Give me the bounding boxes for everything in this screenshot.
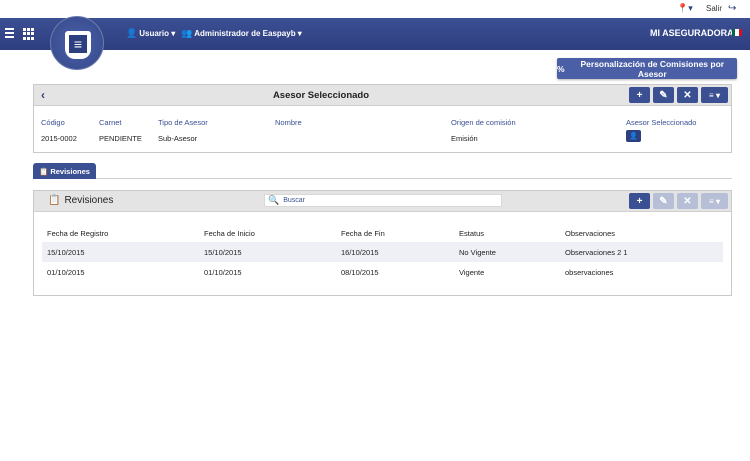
usuario-menu[interactable]: 👤 Usuario ▾ (126, 28, 175, 39)
delete-button[interactable]: ✕ (677, 87, 698, 103)
tab-strip: 📋 Revisiones (33, 163, 732, 179)
clipboard-icon: 📋 (48, 195, 61, 206)
nombre-label: Nombre (275, 118, 302, 127)
table-cell: Observaciones 2 1 (560, 242, 723, 262)
panel-title: Asesor Seleccionado (272, 90, 370, 101)
column-header[interactable]: Fecha de Fin (336, 224, 454, 242)
add-button[interactable]: + (629, 87, 650, 103)
column-header[interactable]: Fecha de Inicio (199, 224, 336, 242)
search-input[interactable] (283, 197, 484, 204)
revisiones-panel: 📋 Revisiones 🔍 + ✎ ✕ ≡ ▾ Fecha de Regist… (33, 190, 732, 296)
search-box: 🔍 (264, 194, 502, 207)
company-name: MI ASEGURADORA (650, 28, 734, 38)
search-icon[interactable]: 🔍 (268, 195, 279, 206)
column-header[interactable]: Fecha de Registro (42, 224, 199, 242)
revisiones-table: Fecha de Registro Fecha de Inicio Fecha … (42, 224, 723, 282)
carnet-value: PENDIENTE (99, 134, 142, 143)
more-menu-button[interactable]: ≡ ▾ (701, 87, 728, 103)
asesor-seleccionado-panel: ‹ Asesor Seleccionado + ✎ ✕ ≡ ▾ Código 2… (33, 84, 732, 153)
utility-bar: 📍▾ Salir ↪ (0, 0, 750, 18)
asesor-seleccionado-label: Asesor Seleccionado (626, 118, 697, 127)
user-menu-pin-icon[interactable]: 📍▾ (677, 3, 693, 14)
tipo-asesor-value: Sub-Asesor (158, 134, 198, 143)
delete-button[interactable]: ✕ (677, 193, 698, 209)
table-cell: 08/10/2015 (341, 267, 379, 277)
origen-comision-value: Emisión (451, 134, 478, 143)
column-header[interactable]: Observaciones (560, 224, 723, 242)
hamburger-menu-icon[interactable] (5, 28, 14, 38)
codigo-value: 2015-0002 (41, 134, 77, 143)
user-icon: 👤 (126, 28, 138, 38)
table-cell: 15/10/2015 (199, 242, 336, 262)
edit-button[interactable]: ✎ (653, 193, 674, 209)
codigo-label: Código (41, 118, 65, 127)
toolbar: + ✎ ✕ ≡ ▾ (629, 87, 728, 103)
personalizacion-comisiones-button[interactable]: % Personalización de Comisiones por Ases… (557, 58, 737, 79)
logout-icon[interactable]: ↪ (728, 3, 736, 14)
table-cell: 16/10/2015 (336, 242, 454, 262)
carnet-label: Carnet (99, 118, 122, 127)
select-asesor-user-icon[interactable]: 👤 (626, 130, 641, 142)
table-cell: No Vigente (454, 242, 560, 262)
table-cell: 01/10/2015 (47, 267, 85, 277)
table-cell: observaciones (565, 267, 614, 277)
origen-comision-label: Origen de comisión (451, 118, 516, 127)
table-row[interactable]: 01/10/2015 01/10/2015 08/10/2015 Vigente… (42, 262, 723, 282)
main-header: ≡ 👤 Usuario ▾ 👥 Administrador de Easpayb ▾… (0, 16, 750, 70)
clipboard-icon: 📋 (39, 166, 49, 176)
more-menu-button[interactable]: ≡ ▾ (701, 193, 728, 209)
mexico-flag-icon[interactable] (732, 29, 742, 36)
table-row[interactable]: 15/10/2015 15/10/2015 16/10/2015 No Vige… (42, 242, 723, 262)
table-cell: 15/10/2015 (42, 242, 199, 262)
table-cell: 01/10/2015 (204, 267, 242, 277)
shield-logo-icon: ≡ (65, 31, 91, 59)
percent-icon: % (557, 63, 565, 74)
toolbar: + ✎ ✕ ≡ ▾ (629, 193, 728, 209)
table-cell: Vigente (459, 267, 485, 277)
salir-link[interactable]: Salir (706, 4, 722, 13)
panel-header: 📋 Revisiones 🔍 + ✎ ✕ ≡ ▾ (34, 191, 731, 212)
administrador-menu[interactable]: 👥 Administrador de Easpayb ▾ (181, 28, 302, 39)
tab-revisiones[interactable]: 📋 Revisiones (33, 163, 96, 179)
apps-grid-icon[interactable] (23, 28, 35, 40)
users-group-icon: 👥 (181, 28, 193, 38)
column-header[interactable]: Estatus (454, 224, 560, 242)
panel-header: ‹ Asesor Seleccionado + ✎ ✕ ≡ ▾ (34, 85, 731, 106)
edit-button[interactable]: ✎ (653, 87, 674, 103)
add-button[interactable]: + (629, 193, 650, 209)
revisiones-title: 📋 Revisiones (48, 195, 114, 206)
app-logo: ≡ (50, 16, 104, 70)
tipo-asesor-label: Tipo de Asesor (158, 118, 208, 127)
table-header-row: Fecha de Registro Fecha de Inicio Fecha … (42, 224, 723, 242)
